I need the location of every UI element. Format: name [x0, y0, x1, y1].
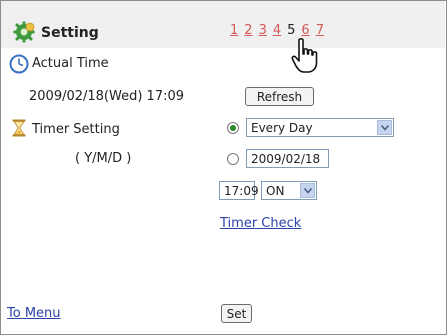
page-link-4[interactable]: 4: [273, 23, 281, 38]
set-button[interactable]: Set: [221, 304, 252, 323]
page-current-5: 5: [287, 23, 296, 38]
page-link-6[interactable]: 6: [301, 23, 309, 38]
page-link-1[interactable]: 1: [230, 23, 238, 38]
actual-time-label: Actual Time: [32, 56, 109, 71]
page-link-7[interactable]: 7: [316, 23, 324, 38]
timer-setting-label: Timer Setting: [32, 122, 120, 137]
on-off-select[interactable]: ON: [261, 181, 317, 200]
chevron-down-icon: [377, 120, 392, 135]
refresh-button[interactable]: Refresh: [245, 87, 314, 106]
page-link-2[interactable]: 2: [244, 23, 252, 38]
page-frame: [0, 0, 447, 335]
every-day-radio[interactable]: [227, 122, 239, 134]
on-off-select-value: ON: [266, 184, 285, 198]
time-input[interactable]: 17:09: [219, 181, 259, 200]
hourglass-icon: [12, 119, 26, 137]
timer-check-link[interactable]: Timer Check: [220, 216, 301, 231]
page-link-3[interactable]: 3: [259, 23, 267, 38]
repeat-select-value: Every Day: [251, 121, 313, 135]
hand-pointer-cursor-icon: [291, 38, 318, 73]
date-input[interactable]: 2009/02/18: [246, 149, 329, 168]
page-title: Setting: [41, 25, 99, 41]
to-menu-link[interactable]: To Menu: [7, 306, 61, 321]
header-bar: Setting 1234567: [1, 1, 445, 48]
chevron-down-icon: [300, 183, 315, 198]
date-format-hint: ( Y/M/D ): [75, 151, 132, 166]
repeat-select[interactable]: Every Day: [246, 118, 394, 137]
specific-date-radio[interactable]: [227, 153, 239, 165]
actual-time-value: 2009/02/18(Wed) 17:09: [29, 89, 185, 104]
page-nav: 1234567: [230, 23, 330, 38]
settings-gear-icon: [13, 21, 35, 43]
clock-icon: [9, 54, 29, 74]
